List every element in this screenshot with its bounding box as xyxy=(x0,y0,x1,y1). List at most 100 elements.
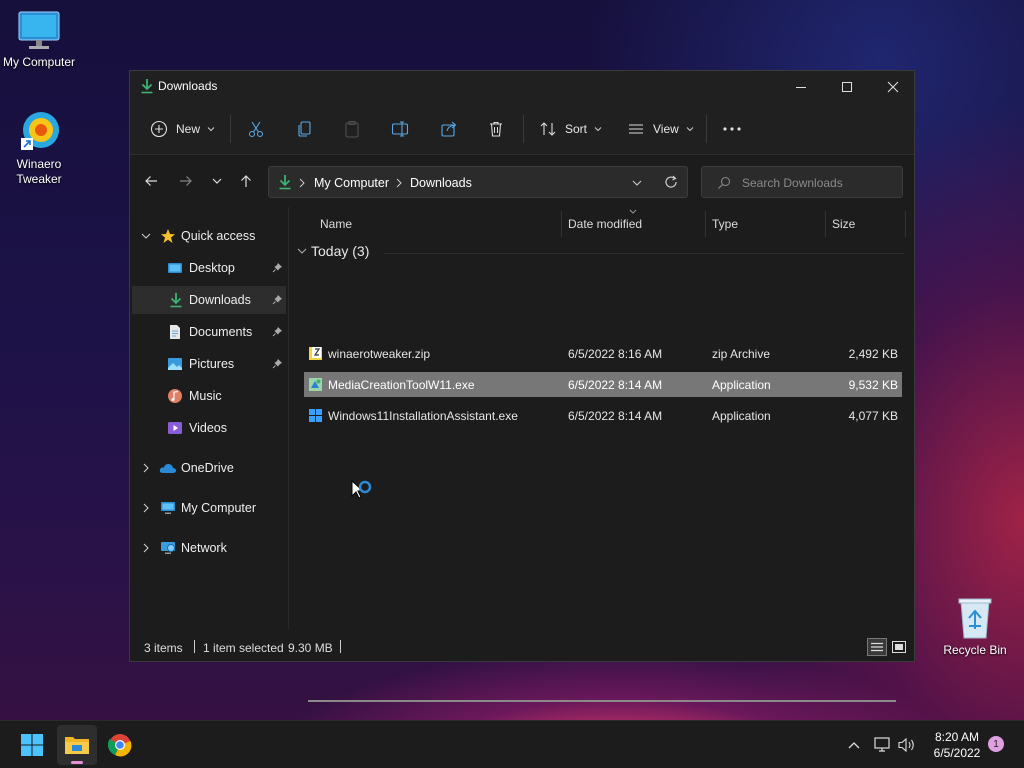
videos-icon xyxy=(168,422,182,434)
sidebar-item-desktop[interactable]: Desktop xyxy=(132,254,286,282)
sidebar-item-videos[interactable]: Videos xyxy=(132,414,286,442)
column-header-size[interactable]: Size xyxy=(832,217,855,231)
column-header-date-modified[interactable]: Date modified xyxy=(568,217,642,231)
sidebar-item-my-computer[interactable]: My Computer xyxy=(132,494,286,522)
sidebar-item-documents[interactable]: Documents xyxy=(132,318,286,346)
close-button[interactable] xyxy=(870,71,916,103)
delete-button[interactable] xyxy=(487,117,505,141)
sidebar-item-label: Downloads xyxy=(189,293,251,307)
rename-button[interactable] xyxy=(391,117,409,141)
column-separator[interactable] xyxy=(561,211,562,237)
file-type: Application xyxy=(712,409,771,423)
maximize-button[interactable] xyxy=(824,71,870,103)
file-row[interactable]: Windows11InstallationAssistant.exe 6/5/2… xyxy=(304,403,902,428)
status-selection-size: 9.30 MB xyxy=(288,641,333,655)
share-button[interactable] xyxy=(440,117,458,141)
sidebar-item-downloads[interactable]: Downloads xyxy=(132,286,286,314)
desktop-icon-winaero-tweaker[interactable]: Winaero Tweaker xyxy=(0,108,79,187)
details-view-icon xyxy=(871,642,883,652)
search-box[interactable]: Search Downloads xyxy=(701,166,903,198)
tiles-view-button[interactable] xyxy=(890,638,908,656)
sidebar-item-network[interactable]: Network xyxy=(132,534,286,562)
file-date: 6/5/2022 8:16 AM xyxy=(568,347,663,361)
refresh-icon[interactable] xyxy=(664,175,678,189)
status-item-count: 3 items xyxy=(144,641,183,655)
toolbar-separator xyxy=(230,115,231,143)
copy-button[interactable] xyxy=(296,117,314,141)
group-divider xyxy=(384,253,904,254)
sidebar-item-quick-access[interactable]: Quick access xyxy=(132,222,286,250)
forward-button[interactable] xyxy=(173,168,199,194)
cloud-icon xyxy=(159,463,177,473)
more-options-button[interactable] xyxy=(722,117,742,141)
view-button[interactable]: View xyxy=(627,117,695,141)
file-row[interactable]: winaerotweaker.zip 6/5/2022 8:16 AM zip … xyxy=(304,341,902,366)
chevron-right-icon xyxy=(143,463,149,473)
clock[interactable]: 8:20 AM 6/5/2022 xyxy=(922,729,992,761)
desktop-icon-recycle-bin[interactable]: Recycle Bin xyxy=(935,596,1015,658)
sidebar-item-label: OneDrive xyxy=(181,461,234,475)
command-bar: New Sort View xyxy=(130,103,914,155)
volume-icon[interactable] xyxy=(898,737,916,753)
details-view-button[interactable] xyxy=(867,638,887,656)
column-header-type[interactable]: Type xyxy=(712,217,738,231)
back-button[interactable] xyxy=(138,168,164,194)
column-separator[interactable] xyxy=(825,211,826,237)
download-icon xyxy=(170,293,182,308)
folder-icon xyxy=(65,737,89,754)
sidebar-item-pictures[interactable]: Pictures xyxy=(132,350,286,378)
up-button[interactable] xyxy=(233,168,259,194)
horizontal-scrollbar[interactable] xyxy=(308,700,896,702)
breadcrumb-downloads[interactable]: Downloads xyxy=(410,176,472,190)
new-button[interactable]: New xyxy=(150,117,216,141)
column-separator[interactable] xyxy=(905,211,906,237)
pin-icon xyxy=(272,327,282,337)
status-bar: 3 items 1 item selected 9.30 MB xyxy=(130,633,914,661)
sidebar-item-label: Network xyxy=(181,541,227,555)
file-date: 6/5/2022 8:14 AM xyxy=(568,378,663,392)
breadcrumb-my-computer[interactable]: My Computer xyxy=(314,176,389,190)
sidebar-item-onedrive[interactable]: OneDrive xyxy=(132,454,286,482)
chevron-down-icon xyxy=(686,127,694,132)
recent-locations-button[interactable] xyxy=(204,168,230,194)
chevron-down-icon xyxy=(594,127,602,132)
search-icon xyxy=(718,176,731,189)
sidebar-item-music[interactable]: Music xyxy=(132,382,286,410)
view-icon xyxy=(629,124,643,134)
file-explorer-window: Downloads New Sort View My Computer Down… xyxy=(129,70,915,702)
minimize-button[interactable] xyxy=(778,71,824,103)
status-selection: 1 item selected xyxy=(203,641,284,655)
windows-logo-icon xyxy=(21,734,43,756)
taskbar-chrome[interactable] xyxy=(100,725,140,765)
file-list: Name Date modified Type Size Today (3) w… xyxy=(290,207,914,702)
arrow-up-icon xyxy=(241,175,251,187)
group-header-today[interactable]: Today (3) xyxy=(296,243,369,259)
sidebar-item-label: Desktop xyxy=(189,261,235,275)
file-name: winaerotweaker.zip xyxy=(328,347,431,361)
column-header-name[interactable]: Name xyxy=(320,217,352,231)
download-icon xyxy=(279,175,291,190)
paste-button[interactable] xyxy=(343,117,361,141)
desktop-icon-my-computer[interactable]: My Computer xyxy=(0,10,79,70)
taskbar-file-explorer[interactable] xyxy=(57,725,97,765)
address-bar[interactable]: My Computer Downloads xyxy=(268,166,688,198)
title-bar[interactable]: Downloads xyxy=(130,71,914,103)
pane-divider[interactable] xyxy=(288,207,289,629)
desktop-folder-icon xyxy=(168,263,182,273)
desktop-icon-label: Winaero Tweaker xyxy=(16,157,62,186)
column-separator[interactable] xyxy=(705,211,706,237)
notification-badge[interactable]: 1 xyxy=(988,736,1004,752)
file-row[interactable]: MediaCreationToolW11.exe 6/5/2022 8:14 A… xyxy=(304,372,902,397)
notification-count: 1 xyxy=(993,738,999,750)
chevron-down-icon[interactable] xyxy=(631,177,643,189)
windows-logo-icon xyxy=(309,409,322,422)
network-icon[interactable] xyxy=(874,737,892,753)
trash-icon xyxy=(490,121,502,137)
start-button[interactable] xyxy=(12,725,52,765)
cut-button[interactable] xyxy=(247,117,265,141)
chevron-down-icon xyxy=(212,178,222,184)
chevron-right-icon xyxy=(299,178,305,188)
plus-circle-icon xyxy=(150,120,168,138)
chevron-up-icon[interactable] xyxy=(847,740,861,750)
sort-button[interactable]: Sort xyxy=(539,117,603,141)
